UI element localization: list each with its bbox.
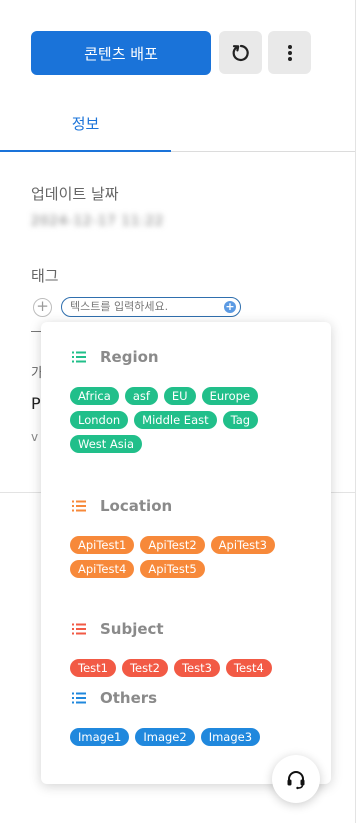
- tag-chip[interactable]: Europe: [201, 387, 259, 405]
- list-icon: [72, 692, 86, 704]
- tag-chip[interactable]: Image1: [70, 728, 130, 746]
- tag-chip[interactable]: Tag: [222, 411, 259, 429]
- underlying-version-peek: v: [31, 430, 39, 444]
- headset-icon: [287, 771, 305, 790]
- updated-date-label: 업데이트 날짜: [31, 185, 119, 203]
- add-tag-icon[interactable]: +: [33, 298, 52, 317]
- tag-chip[interactable]: Test2: [121, 659, 168, 677]
- tag-chip[interactable]: ApiTest5: [140, 560, 205, 578]
- tag-group-title: Others: [100, 689, 158, 707]
- tab-info[interactable]: 정보: [0, 104, 171, 152]
- refresh-button[interactable]: [219, 31, 262, 74]
- list-icon: [72, 623, 86, 635]
- add-circle-icon[interactable]: +: [224, 301, 236, 313]
- tag-chip[interactable]: Africa: [70, 387, 119, 405]
- list-icon: [72, 500, 86, 512]
- refresh-icon: [232, 44, 249, 61]
- tag-chip[interactable]: Test1: [70, 659, 116, 677]
- tag-chip-list: ApiTest1 ApiTest2 ApiTest3 ApiTest4 ApiT…: [70, 536, 310, 578]
- tag-chip[interactable]: West Asia: [70, 435, 143, 453]
- tag-chip[interactable]: ApiTest1: [70, 536, 135, 554]
- tag-input-container[interactable]: +: [61, 297, 241, 317]
- tag-chip[interactable]: Middle East: [134, 411, 217, 429]
- panel-header: 콘텐츠 배포: [0, 0, 356, 100]
- tag-chip[interactable]: asf: [124, 387, 158, 405]
- tag-chip[interactable]: EU: [163, 387, 196, 405]
- tag-chip[interactable]: Image2: [135, 728, 195, 746]
- tag-chip[interactable]: ApiTest3: [210, 536, 275, 554]
- tag-chip-list: Image1 Image2 Image3: [70, 728, 310, 746]
- tag-input[interactable]: [70, 299, 220, 314]
- tag-chip-list: Test1 Test2 Test3 Test4: [70, 659, 310, 677]
- updated-date-value: 2024-12-17 11:22: [31, 214, 165, 229]
- tag-dropdown: Region Africa asf EU Europe London Middl…: [41, 322, 331, 784]
- more-options-button[interactable]: [268, 31, 311, 74]
- underlying-value-peek: P: [31, 394, 41, 413]
- tag-group-title: Subject: [100, 620, 164, 638]
- tag-group-title: Location: [100, 497, 173, 515]
- tag-group-title: Region: [100, 348, 159, 366]
- tab-bar: 정보: [0, 104, 355, 152]
- tag-chip[interactable]: Test4: [225, 659, 272, 677]
- more-vertical-icon: [287, 44, 292, 61]
- tags-label: 태그: [31, 267, 59, 285]
- list-icon: [72, 351, 86, 363]
- tag-chip[interactable]: ApiTest2: [140, 536, 205, 554]
- deploy-content-button[interactable]: 콘텐츠 배포: [31, 31, 211, 75]
- tag-chip[interactable]: London: [70, 411, 129, 429]
- tag-chip[interactable]: ApiTest4: [70, 560, 135, 578]
- support-chat-button[interactable]: [272, 755, 320, 803]
- tag-input-row: + +: [33, 296, 253, 318]
- tag-chip-list: Africa asf EU Europe London Middle East …: [70, 387, 310, 453]
- tag-chip[interactable]: Test3: [173, 659, 220, 677]
- tag-chip[interactable]: Image3: [200, 728, 261, 746]
